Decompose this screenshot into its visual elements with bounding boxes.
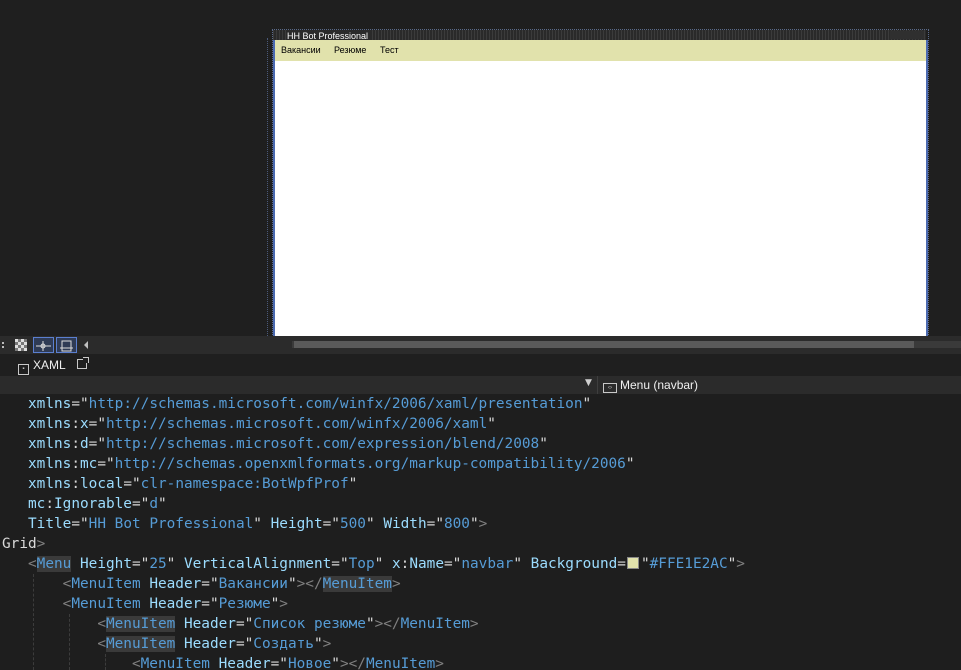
code-line: mc:Ignorable="d" [28,496,167,512]
menu-item-resume[interactable]: Резюме [334,45,366,55]
code-line: xmlns:x="http://schemas.microsoft.com/wi… [28,416,496,432]
code-line: xmlns:mc="http://schemas.openxmlformats.… [28,456,635,472]
window-control-buttons [890,31,924,39]
scroll-left-arrow-icon[interactable] [80,337,92,353]
popout-icon[interactable] [77,357,89,369]
designer-toolbar [0,336,961,354]
checkerboard-background-icon[interactable] [12,337,30,353]
window-client-area[interactable]: Вакансии Резюме Тест [273,40,928,336]
code-line: <MenuItem Header="Резюме"> [62,596,288,612]
snap-to-gridlines-icon[interactable] [33,337,54,353]
code-line: xmlns:d="http://schemas.microsoft.com/ex… [28,436,548,452]
code-line: <MenuItem Header="Новое"></MenuItem> [131,656,444,670]
code-line: <MenuItem Header="Список резюме"></MenuI… [97,616,479,632]
designer-surface[interactable]: HH Bot Professional Вакансии Резюме Тест [0,0,961,336]
designer-horizontal-scrollbar[interactable] [292,341,961,348]
code-line: <MenuItem Header="Вакансии"></MenuItem> [62,576,401,592]
code-line: <Menu Height="25" VerticalAlignment="Top… [28,556,745,572]
code-line: Title="HH Bot Professional" Height="500"… [28,516,488,532]
code-line: xmlns:local="clr-namespace:BotWpfProf" [28,476,358,492]
color-swatch[interactable] [626,557,639,569]
navbar-menu[interactable]: Вакансии Резюме Тест [275,40,926,61]
element-path-bar: ▼ ‹› Menu (navbar) [0,376,961,394]
element-selector-label: Menu (navbar) [620,378,699,392]
element-selector[interactable]: ‹› Menu (navbar) [603,377,698,393]
xaml-code-editor[interactable]: xmlns="http://schemas.microsoft.com/winf… [0,394,961,670]
code-line: Grid> [2,536,46,552]
xaml-icon: ▪ [18,364,29,375]
designer-margin-guide [267,38,269,336]
code-line: xmlns="http://schemas.microsoft.com/winf… [28,396,592,412]
code-lines: xmlns="http://schemas.microsoft.com/winf… [2,394,745,670]
menu-item-vacancies[interactable]: Вакансии [281,45,321,55]
menu-item-test[interactable]: Тест [380,45,399,55]
snap-to-snaplines-icon[interactable] [56,337,77,353]
code-line: <MenuItem Header="Создать"> [97,636,332,652]
tab-xaml-label: XAML [33,358,66,372]
path-divider [597,376,598,394]
grip-icon [0,337,8,353]
tab-xaml[interactable]: ▪ XAML [18,357,66,375]
editor-tab-row: ▪ XAML [0,354,961,376]
chevron-down-icon[interactable]: ▼ [585,378,592,388]
element-icon: ‹› [603,383,617,393]
scrollbar-thumb[interactable] [294,341,914,348]
